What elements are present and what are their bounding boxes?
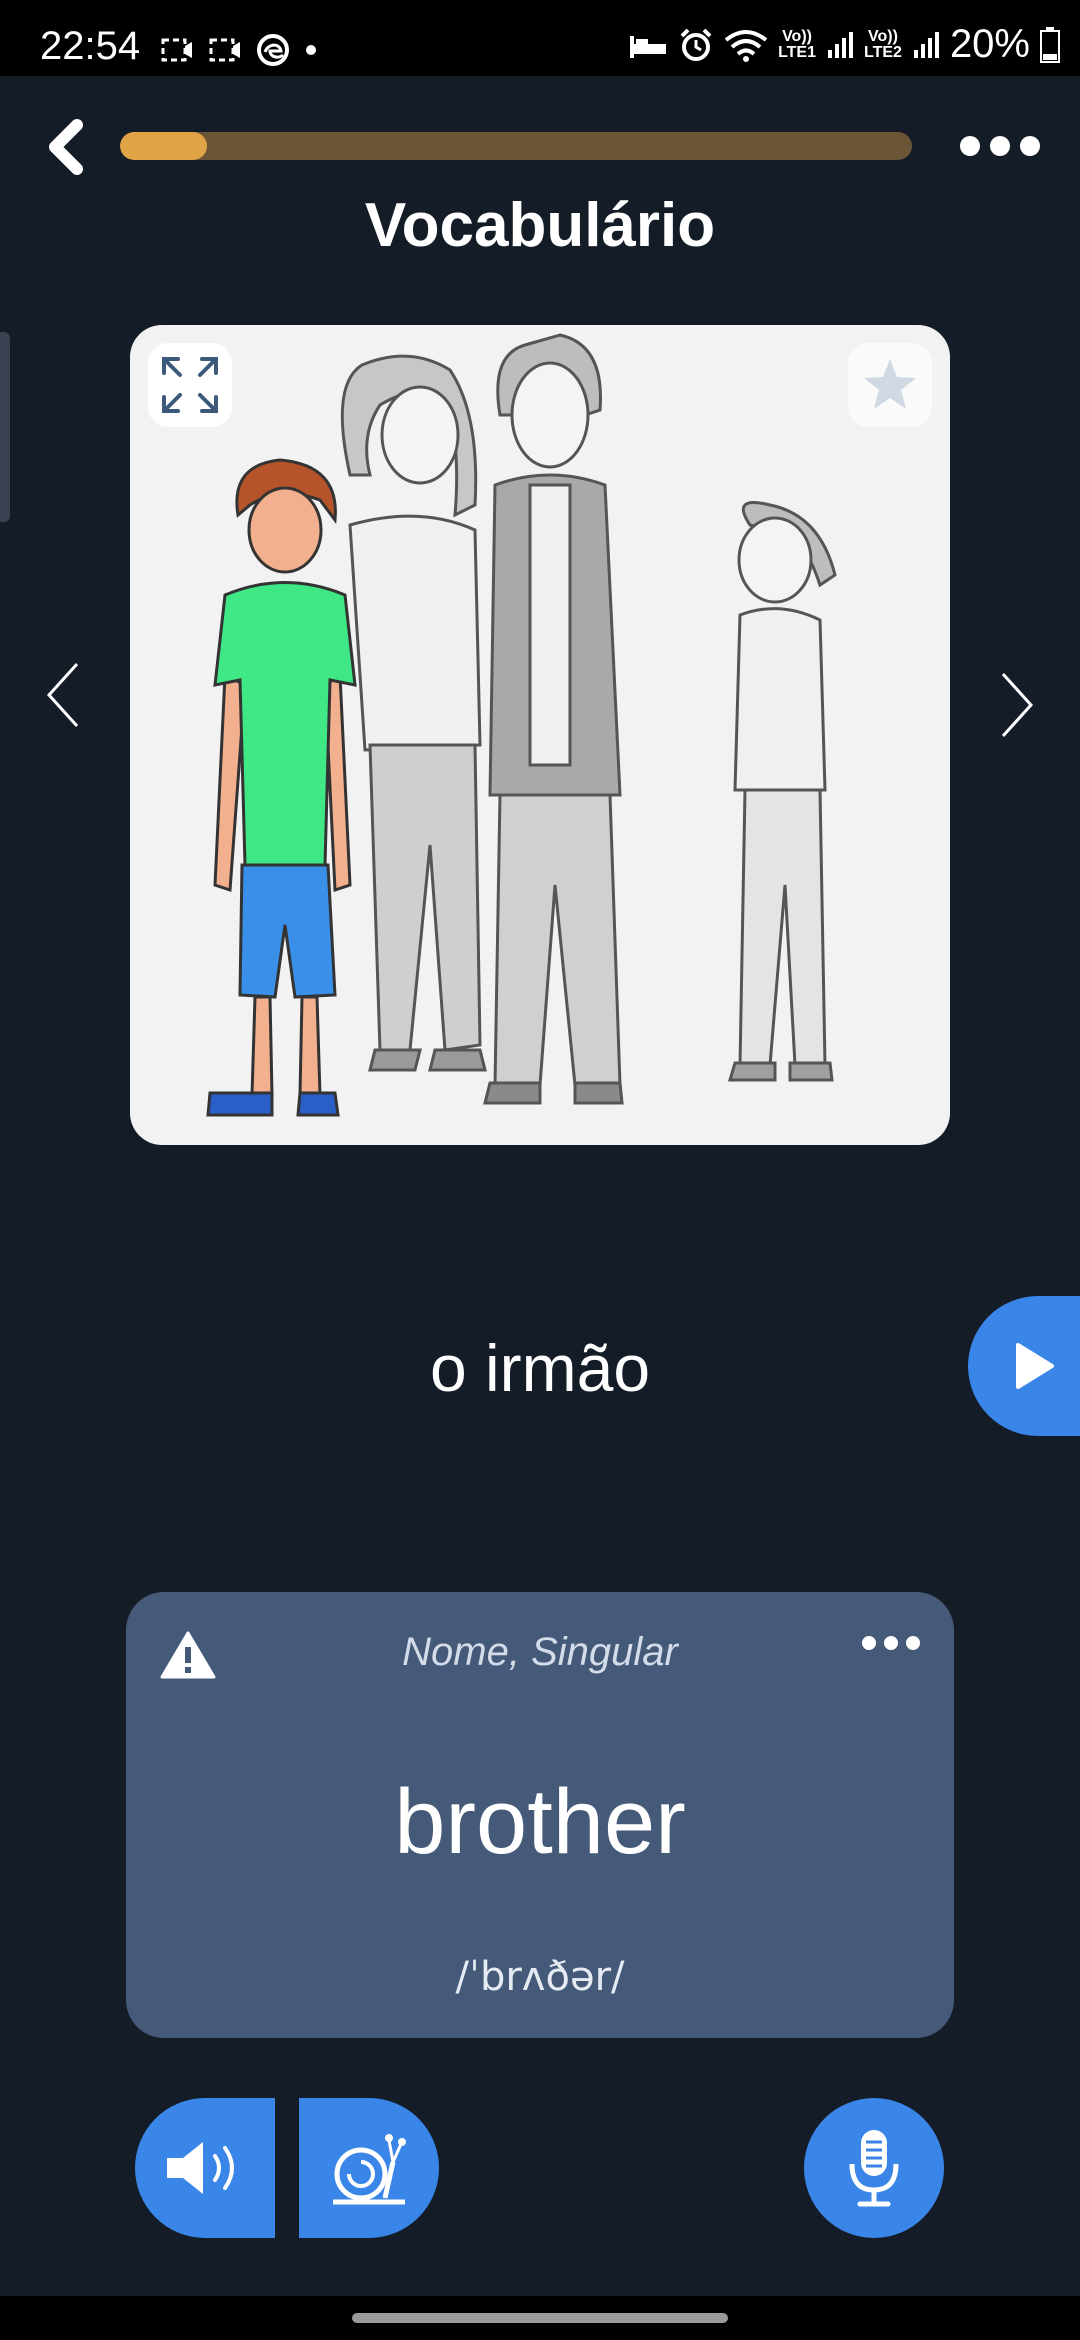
screen-record-icon-2 — [209, 38, 240, 62]
previous-card-button[interactable] — [28, 650, 98, 740]
more-icon — [862, 1636, 920, 1650]
home-indicator[interactable] — [352, 2313, 728, 2323]
snail-icon — [333, 2134, 406, 2205]
play-audio-button[interactable] — [135, 2098, 275, 2238]
speaker-icon — [167, 2142, 234, 2194]
status-time: 22:54 — [40, 24, 141, 68]
play-button[interactable] — [968, 1296, 1080, 1436]
notification-dot-icon — [306, 45, 316, 55]
network-1-label: Vo)) LTE1 — [778, 27, 816, 61]
vocabulary-word: o irmão — [429, 1331, 651, 1405]
lesson-progress-fill — [120, 132, 208, 160]
screen-record-icon — [161, 38, 192, 62]
translation-text: brother — [394, 1771, 686, 1873]
play-icon — [1016, 1343, 1054, 1389]
phonetic-transcription: /ˈbrʌðər/ — [455, 1954, 625, 2000]
status-notification-icons — [160, 30, 318, 70]
back-button[interactable] — [30, 112, 100, 182]
status-system-icons: Vo)) LTE1 Vo)) LTE2 20% — [628, 22, 1060, 67]
expand-image-button[interactable] — [148, 343, 232, 427]
microphone-icon — [849, 2130, 899, 2207]
chevron-left-icon — [46, 662, 79, 728]
translation-card: Nome, Singular brother /ˈbrʌðər/ — [126, 1592, 954, 2038]
alarm-icon — [680, 28, 712, 61]
battery-icon — [1040, 26, 1060, 63]
expand-icon — [162, 357, 218, 413]
more-icon — [960, 136, 1040, 156]
card-more-button[interactable] — [862, 1636, 920, 1650]
part-of-speech: Nome, Singular — [402, 1630, 678, 1674]
favorite-button[interactable] — [848, 343, 932, 427]
more-options-button[interactable] — [945, 118, 1055, 174]
play-slow-audio-button[interactable] — [299, 2098, 439, 2238]
battery-percent: 20% — [949, 22, 1030, 66]
network-2-label: Vo)) LTE2 — [864, 27, 902, 61]
edge-browser-icon — [257, 34, 289, 66]
next-card-button[interactable] — [982, 660, 1052, 750]
chevron-right-icon — [1001, 672, 1034, 738]
lesson-progress-bar — [120, 132, 912, 160]
sleep-mode-icon — [630, 35, 667, 58]
family-illustration — [206, 333, 837, 1117]
page-title: Vocabulário — [364, 191, 716, 260]
wifi-icon — [724, 29, 768, 62]
star-icon — [864, 359, 916, 409]
signal-2-icon — [913, 31, 939, 58]
signal-1-icon — [828, 31, 853, 58]
microphone-button[interactable] — [804, 2098, 944, 2238]
side-panel-handle[interactable] — [0, 332, 10, 522]
back-arrow-icon — [49, 119, 83, 175]
vocabulary-image-card — [130, 325, 950, 1145]
